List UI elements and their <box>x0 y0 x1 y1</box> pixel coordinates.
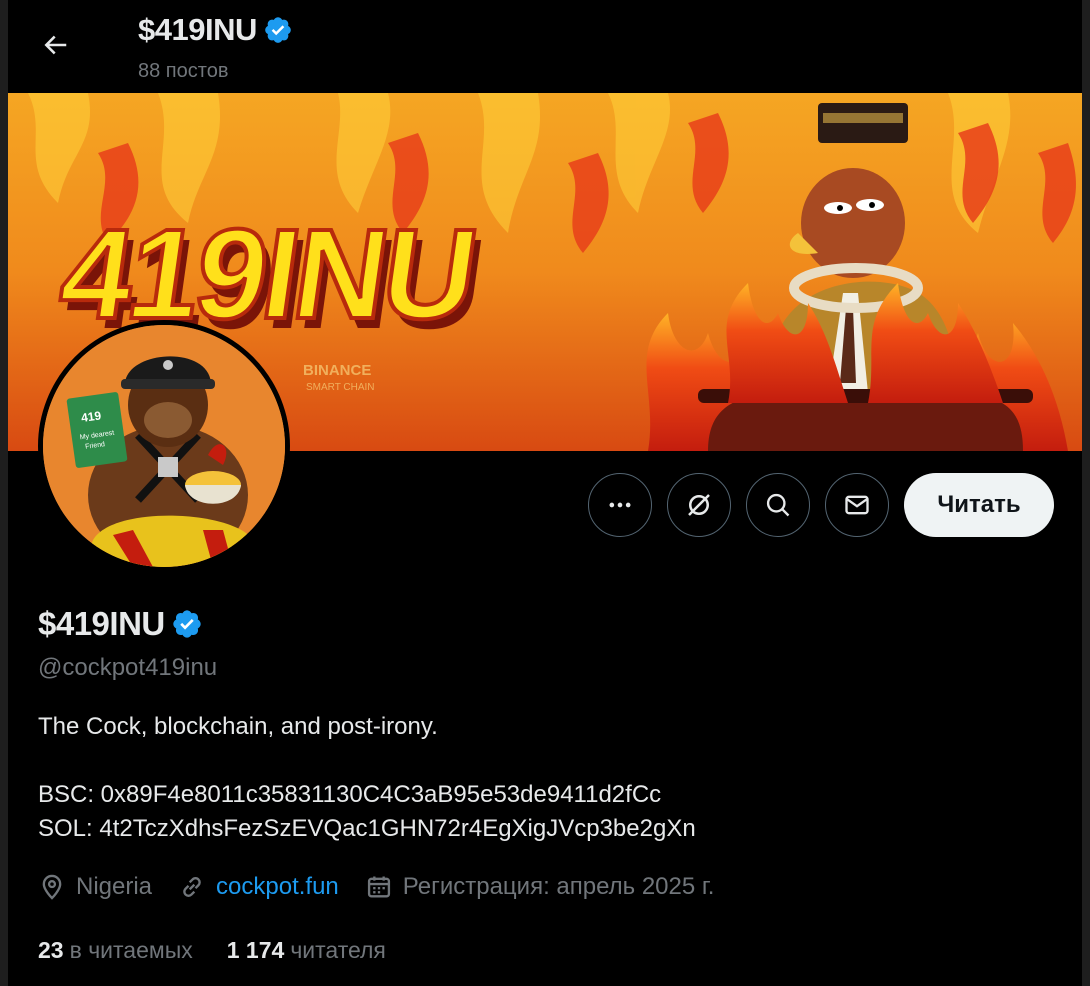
location-text: Nigeria <box>76 873 153 900</box>
back-button[interactable] <box>35 25 75 65</box>
profile-meta: Nigeria cockpot.fun Регистрация: апрель … <box>38 873 740 901</box>
search-button[interactable] <box>746 473 810 537</box>
svg-text:BINANCE: BINANCE <box>303 362 371 379</box>
post-count: 88 постов <box>138 60 229 82</box>
svg-text:SMART CHAIN: SMART CHAIN <box>306 382 375 393</box>
verified-badge-icon[interactable] <box>171 608 203 640</box>
bio-text: The Cock, blockchain, and post-irony. <box>38 713 438 740</box>
top-bar: $419INU 88 постов <box>8 0 1082 93</box>
following-count: 23 <box>38 937 64 963</box>
grok-button[interactable] <box>667 473 731 537</box>
header-title: $419INU <box>138 12 293 48</box>
profile-page: $419INU 88 постов 419INU 419INU BINANCE … <box>8 0 1082 986</box>
followers-label: читателя <box>290 937 386 963</box>
book-title: 419 <box>80 408 102 425</box>
follow-stats: 23 в читаемых 1 174 читателя <box>38 937 420 964</box>
profile-handle: @cockpot419inu <box>38 654 218 681</box>
profile-bio: The Cock, blockchain, and post-irony. BS… <box>38 710 696 846</box>
message-button[interactable] <box>825 473 889 537</box>
arrow-left-icon <box>44 35 67 55</box>
grok-icon <box>688 494 710 516</box>
banner-title-text: 419INU <box>52 204 482 346</box>
header-title-text: $419INU <box>138 12 257 47</box>
website-link[interactable]: cockpot.fun <box>216 873 339 901</box>
more-dots-icon <box>609 502 631 508</box>
followers-stat[interactable]: 1 174 читателя <box>227 937 386 964</box>
website-item: cockpot.fun <box>178 873 339 901</box>
calendar-icon <box>367 876 390 898</box>
envelope-icon <box>845 495 869 515</box>
followers-count: 1 174 <box>226 937 285 963</box>
more-button[interactable] <box>588 473 652 537</box>
link-icon <box>183 877 201 897</box>
bio-sol-address: SOL: 4t2TczXdhsFezSzEVQac1GHN72r4EgXigJV… <box>38 815 696 842</box>
following-label: в читаемых <box>69 937 193 963</box>
bio-bsc-address: BSC: 0x89F4e8011c35831130C4C3aB95e53de94… <box>38 781 662 808</box>
profile-name: $419INU <box>38 605 203 643</box>
search-icon <box>766 493 790 517</box>
profile-avatar[interactable]: 419 My dearest Friend <box>38 320 290 572</box>
joined-text: Регистрация: апрель 2025 г. <box>402 873 715 900</box>
location-item: Nigeria <box>38 873 152 901</box>
joined-item: Регистрация: апрель 2025 г. <box>365 873 715 901</box>
location-pin-icon <box>42 874 62 900</box>
bio-spacer <box>38 744 696 778</box>
profile-name-text: $419INU <box>38 605 165 642</box>
follow-button[interactable]: Читать <box>904 473 1054 537</box>
verified-badge-icon <box>265 17 291 43</box>
following-stat[interactable]: 23 в читаемых <box>38 937 193 964</box>
